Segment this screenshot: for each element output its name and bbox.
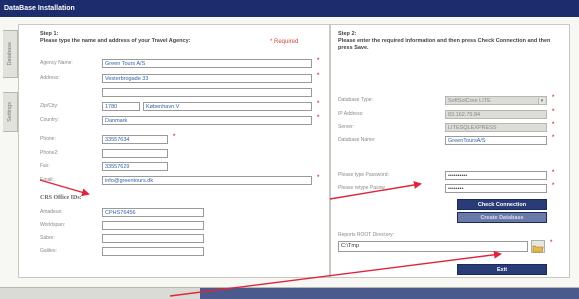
annotation-arrow-crs [39,179,90,197]
annotation-arrow-password [329,181,422,200]
annotation-arrow-reports-dir [169,250,502,297]
annotation-arrows [39,179,502,297]
